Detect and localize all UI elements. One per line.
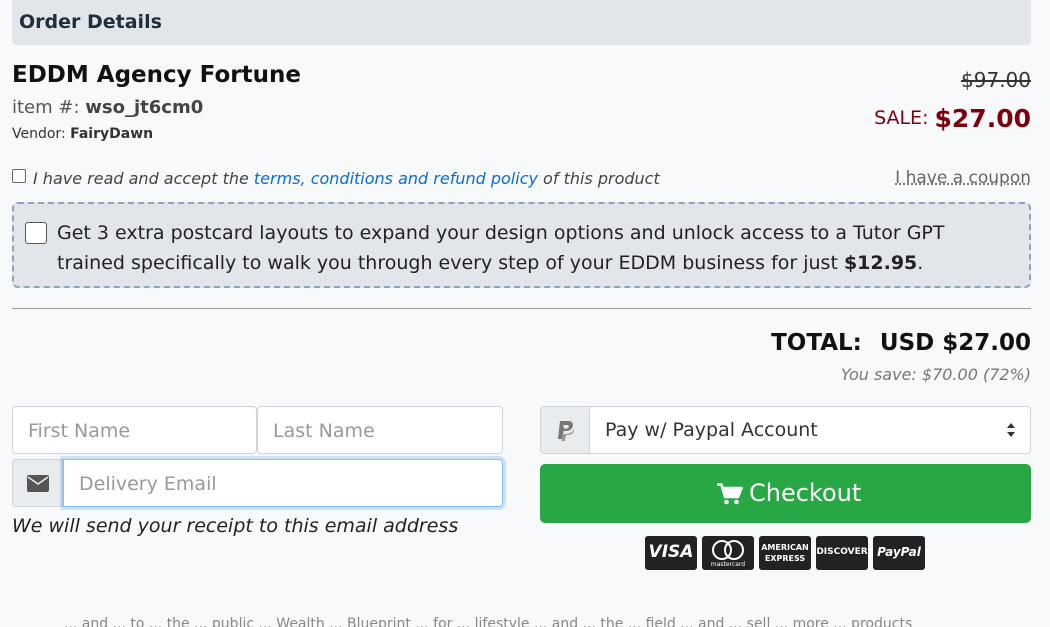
terms-link[interactable]: terms, conditions and refund policy — [254, 169, 538, 188]
terms-prefix: I have read and accept the — [33, 169, 254, 188]
upsell-end: . — [917, 252, 924, 274]
amex-card-icon: AMERICAN EXPRESS — [759, 536, 811, 570]
paypal-card-icon: PayPal — [873, 536, 925, 570]
savings-text: You save: $70.00 (72%) — [840, 365, 1031, 384]
sale-price-line: SALE: $27.00 — [874, 104, 1031, 133]
total-amount: USD $27.00 — [879, 330, 1031, 356]
discover-text: DISCOVER — [816, 547, 868, 557]
sale-price: $27.00 — [934, 104, 1031, 133]
total-label: TOTAL: — [771, 330, 862, 356]
email-input-group: Delivery Email — [12, 459, 503, 507]
item-id: wso_jt6cm0 — [85, 97, 204, 118]
email-placeholder: Delivery Email — [79, 473, 217, 495]
vendor-line: Vendor: FairyDawn — [12, 126, 153, 142]
payment-method-select[interactable]: Pay w/ Paypal Account — [589, 406, 1031, 454]
discover-card-icon: DISCOVER — [816, 536, 868, 570]
paypal-addon — [540, 406, 590, 454]
upsell-offer-box: Get 3 extra postcard layouts to expand y… — [12, 202, 1031, 288]
upsell-checkbox[interactable] — [25, 222, 47, 244]
terms-suffix: of this product — [537, 169, 660, 188]
checkout-label: Checkout — [749, 479, 862, 507]
select-arrows-icon — [1007, 423, 1015, 437]
terms-checkbox[interactable] — [12, 169, 26, 183]
footer-text: ... and ... to ... the ... public ... We… — [64, 616, 913, 627]
original-price: $97.00 — [961, 68, 1031, 92]
item-label: item #: — [12, 97, 86, 118]
visa-text: VISA — [648, 542, 694, 562]
divider — [12, 308, 1031, 309]
sale-label: SALE: — [874, 107, 935, 129]
total-line: TOTAL: USD $27.00 — [771, 330, 1031, 356]
first-name-input[interactable]: First Name — [12, 406, 257, 454]
product-title: EDDM Agency Fortune — [12, 62, 301, 88]
vendor-label: Vendor: — [12, 126, 71, 142]
upsell-text: Get 3 extra postcard layouts to expand y… — [57, 218, 1007, 278]
checkout-button[interactable]: Checkout — [540, 464, 1031, 523]
terms-row: I have read and accept the terms, condit… — [12, 168, 1031, 190]
item-number: item #: wso_jt6cm0 — [12, 97, 203, 118]
vendor-name: FairyDawn — [70, 126, 154, 142]
paypal-text: PayPal — [877, 545, 921, 559]
payment-method-value: Pay w/ Paypal Account — [605, 419, 818, 441]
amex-text-1: AMERICAN — [761, 543, 809, 552]
coupon-link[interactable]: I have a coupon — [895, 168, 1031, 188]
email-field[interactable]: Delivery Email — [63, 459, 503, 507]
upsell-description: Get 3 extra postcard layouts to expand y… — [57, 222, 945, 274]
mastercard-text: mastercard — [710, 561, 746, 568]
envelope-icon — [27, 475, 49, 492]
email-note: We will send your receipt to this email … — [12, 515, 459, 537]
payment-method-group: Pay w/ Paypal Account — [540, 406, 1031, 454]
last-name-input[interactable]: Last Name — [257, 406, 503, 454]
email-addon — [12, 459, 63, 507]
amex-text-2: EXPRESS — [764, 554, 806, 563]
paypal-icon — [558, 421, 575, 441]
terms-text: I have read and accept the terms, condit… — [33, 169, 660, 188]
order-details-title: Order Details — [19, 11, 162, 33]
first-name-placeholder: First Name — [28, 420, 131, 442]
visa-card-icon: VISA — [645, 536, 697, 570]
mastercard-icon: mastercard — [702, 536, 754, 570]
shopping-cart-icon — [717, 483, 743, 505]
order-details-header: Order Details — [12, 0, 1031, 45]
last-name-placeholder: Last Name — [273, 420, 375, 442]
upsell-price: $12.95 — [843, 252, 918, 274]
